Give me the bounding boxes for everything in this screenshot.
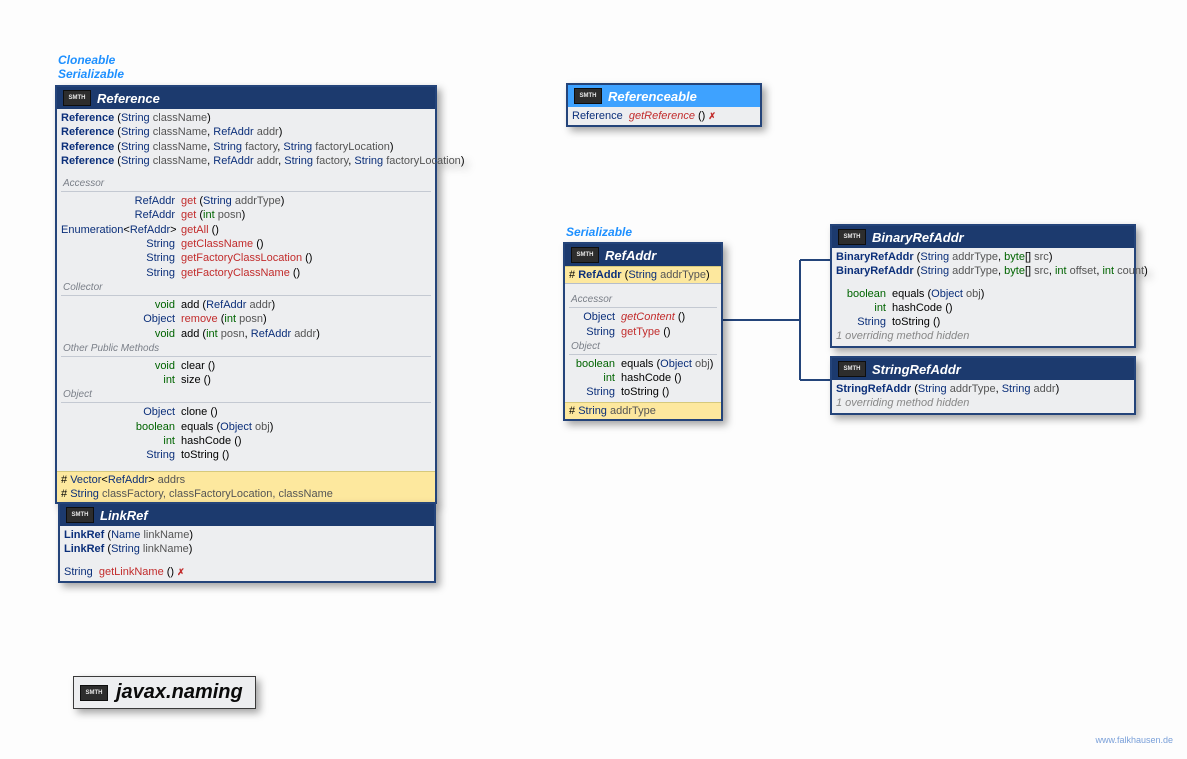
package-name: javax.naming [116,681,243,704]
class-refaddr-name: RefAddr [605,248,656,263]
stereotype-reference: Cloneable Serializable [58,54,124,82]
refaddr-methods: Accessor ObjectgetContent () StringgetTy… [565,283,721,401]
section-collector: Collector [61,280,431,293]
cloneable-label: Cloneable [58,54,124,68]
badge-icon: SMTH [838,229,866,245]
reference-constructors: Reference (String className) Reference (… [57,109,435,471]
refaddr-protected-ctor: # RefAddr (String addrType) [565,266,721,283]
badge-icon: SMTH [571,247,599,263]
stringrefaddr-constructors: StringRefAddr (String addrType, String a… [832,380,1134,413]
class-linkref-name: LinkRef [100,508,148,523]
linkref-constructors: LinkRef (Name linkName) LinkRef (String … [60,526,434,581]
section-other: Other Public Methods [61,341,431,354]
interface-referenceable: SMTH Referenceable Reference getReferenc… [566,83,762,127]
refaddr-protected-field: # String addrType [565,402,721,419]
badge-icon: SMTH [574,88,602,104]
interface-referenceable-title: SMTH Referenceable [568,85,760,107]
section-object: Object [61,387,431,400]
reference-protected: # Vector<RefAddr> addrs # String classFa… [57,471,435,503]
class-stringrefaddr: SMTH StringRefAddr StringRefAddr (String… [830,356,1136,415]
class-reference: SMTH Reference Reference (String classNa… [55,85,437,504]
interface-referenceable-name: Referenceable [608,89,697,104]
class-linkref-title: SMTH LinkRef [60,504,434,526]
referenceable-methods: Reference getReference ()✗ [568,107,760,125]
class-binaryrefaddr: SMTH BinaryRefAddr BinaryRefAddr (String… [830,224,1136,348]
class-binaryrefaddr-title: SMTH BinaryRefAddr [832,226,1134,248]
badge-icon: SMTH [63,90,91,106]
class-linkref: SMTH LinkRef LinkRef (Name linkName) Lin… [58,502,436,583]
class-stringrefaddr-name: StringRefAddr [872,362,961,377]
class-reference-name: Reference [97,91,160,106]
stereotype-refaddr: Serializable [566,226,632,240]
footer-link[interactable]: www.falkhausen.de [1095,735,1173,745]
class-stringrefaddr-title: SMTH StringRefAddr [832,358,1134,380]
class-refaddr-title: SMTH RefAddr [565,244,721,266]
badge-icon: SMTH [838,361,866,377]
badge-icon: SMTH [66,507,94,523]
class-binaryrefaddr-name: BinaryRefAddr [872,230,964,245]
serializable-label-2: Serializable [566,226,632,240]
badge-icon: SMTH [80,685,108,701]
class-refaddr: SMTH RefAddr # RefAddr (String addrType)… [563,242,723,421]
binaryrefaddr-constructors: BinaryRefAddr (String addrType, byte[] s… [832,248,1134,346]
serializable-label: Serializable [58,68,124,82]
section-accessor-2: Accessor [569,292,717,305]
section-object-2: Object [569,339,717,352]
package-badge: SMTH javax.naming [73,676,256,709]
section-accessor: Accessor [61,176,431,189]
class-reference-title: SMTH Reference [57,87,435,109]
